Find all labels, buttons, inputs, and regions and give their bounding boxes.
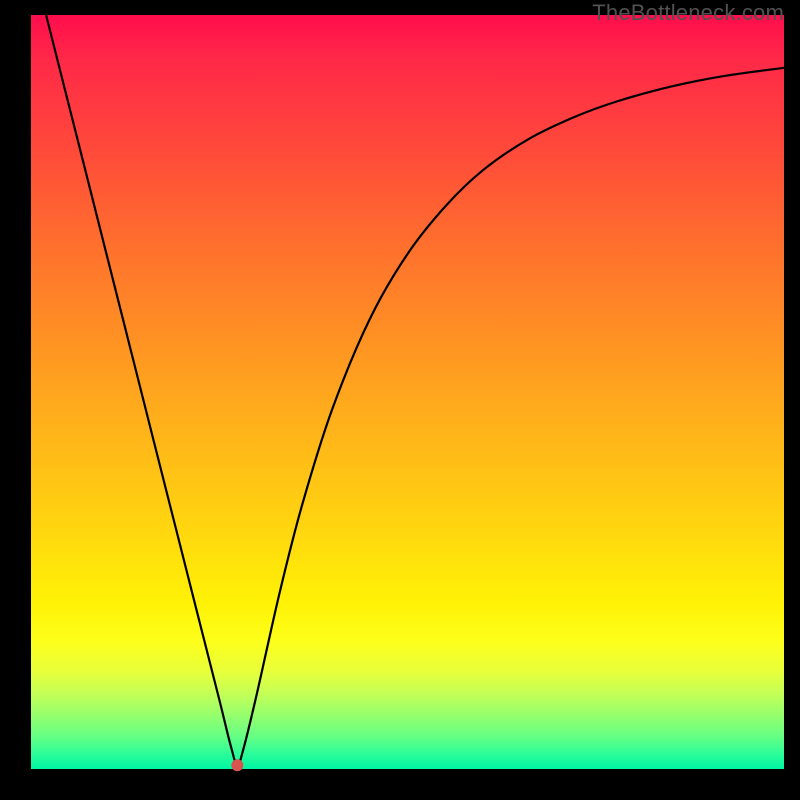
plot-area [31, 15, 784, 769]
watermark-text: TheBottleneck.com [592, 0, 784, 26]
chart-container: TheBottleneck.com [0, 0, 800, 800]
